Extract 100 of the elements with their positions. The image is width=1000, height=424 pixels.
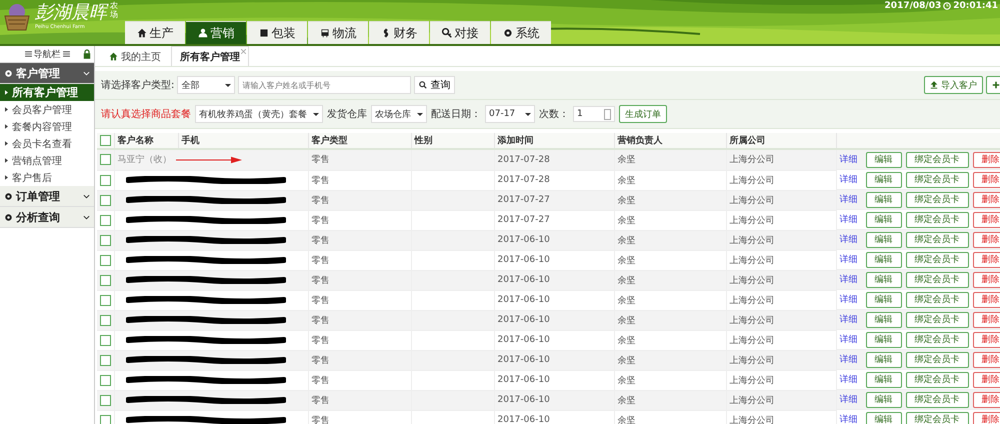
edit-button[interactable]: 编辑 [866,152,902,168]
nav-tab[interactable]: 财务 [369,21,429,44]
delete-button[interactable]: 删除 [972,252,1000,268]
page-tab[interactable]: 我的主页 [101,47,169,66]
bind-card-button[interactable]: 绑定会员卡 [906,172,968,188]
select-all-checkbox[interactable] [100,135,111,146]
customer-type-select[interactable]: 全部 [177,76,236,94]
detail-link[interactable]: 详细 [840,313,858,326]
row-checkbox[interactable] [100,374,111,386]
detail-link[interactable]: 详细 [840,253,858,266]
detail-link[interactable]: 详细 [840,233,858,246]
nav-tab[interactable]: 营销 [186,21,246,44]
edit-button[interactable]: 编辑 [866,192,902,208]
generate-order-button[interactable]: 生成订单 [619,105,667,123]
bind-card-button[interactable]: 绑定会员卡 [906,392,968,408]
row-checkbox[interactable] [100,334,111,346]
delete-button[interactable]: 删除 [972,332,1000,348]
delete-button[interactable]: 删除 [972,172,1000,188]
detail-link[interactable]: 详细 [840,273,858,286]
detail-link[interactable]: 详细 [840,193,858,206]
bind-card-button[interactable]: 绑定会员卡 [906,192,968,208]
detail-link[interactable]: 详细 [840,173,858,186]
add-button[interactable] [986,76,1000,94]
search-button[interactable]: 查询 [414,76,456,94]
detail-link[interactable]: 详细 [840,153,858,166]
delete-button[interactable]: 删除 [972,212,1000,228]
bind-card-button[interactable]: 绑定会员卡 [906,252,968,268]
edit-button[interactable]: 编辑 [866,212,902,228]
row-checkbox[interactable] [100,254,111,266]
detail-link[interactable]: 详细 [840,373,858,386]
delivery-date-select[interactable]: 07-17 [485,105,535,123]
import-button[interactable]: 导入客户 [924,76,983,94]
delete-button[interactable]: 删除 [972,232,1000,248]
bind-card-button[interactable]: 绑定会员卡 [906,312,968,328]
edit-button[interactable]: 编辑 [866,232,902,248]
sidebar-item[interactable]: 会员客户管理 [0,101,94,118]
row-checkbox[interactable] [100,294,111,306]
bind-card-button[interactable]: 绑定会员卡 [906,232,968,248]
detail-link[interactable]: 详细 [840,413,858,424]
bind-card-button[interactable]: 绑定会员卡 [906,152,968,168]
detail-link[interactable]: 详细 [840,333,858,346]
row-checkbox[interactable] [100,314,111,326]
warehouse-select[interactable]: 农场仓库 [371,105,427,123]
row-checkbox[interactable] [100,214,111,226]
edit-button[interactable]: 编辑 [866,412,902,424]
page-tab[interactable]: 所有客户管理 [171,46,249,66]
delete-button[interactable]: 删除 [972,292,1000,308]
edit-button[interactable]: 编辑 [866,332,902,348]
row-checkbox[interactable] [100,194,111,206]
row-checkbox[interactable] [100,394,111,406]
delete-button[interactable]: 删除 [972,372,1000,388]
delete-button[interactable]: 删除 [972,192,1000,208]
edit-button[interactable]: 编辑 [866,372,902,388]
search-field[interactable]: 请输入客户姓名或手机号 [238,76,412,94]
edit-button[interactable]: 编辑 [866,252,902,268]
sidebar-group[interactable]: 分析查询 [0,207,94,228]
delete-button[interactable]: 删除 [972,412,1000,424]
sidebar-item[interactable]: 会员卡名查看 [0,135,94,152]
edit-button[interactable]: 编辑 [866,292,902,308]
edit-button[interactable]: 编辑 [866,272,902,288]
bind-card-button[interactable]: 绑定会员卡 [906,332,968,348]
sidebar-item[interactable]: 套餐内容管理 [0,118,94,135]
row-checkbox[interactable] [100,174,111,186]
nav-tab[interactable]: 物流 [308,21,368,44]
edit-button[interactable]: 编辑 [866,392,902,408]
detail-link[interactable]: 详细 [840,393,858,406]
nav-tab[interactable]: 系统 [491,21,551,44]
sidebar-group[interactable]: 客户管理 [0,63,94,84]
delete-button[interactable]: 删除 [972,312,1000,328]
bind-card-button[interactable]: 绑定会员卡 [906,372,968,388]
detail-link[interactable]: 详细 [840,213,858,226]
edit-button[interactable]: 编辑 [866,312,902,328]
edit-button[interactable]: 编辑 [866,172,902,188]
sidebar-group[interactable]: 订单管理 [0,186,94,207]
detail-link[interactable]: 详细 [840,293,858,306]
package-select[interactable]: 有机牧养鸡蛋（黄壳）套餐 [195,105,323,123]
row-checkbox[interactable] [100,354,111,366]
nav-tab[interactable]: 生产 [125,21,185,44]
edit-button[interactable]: 编辑 [866,352,902,368]
bind-card-button[interactable]: 绑定会员卡 [906,292,968,308]
bind-card-button[interactable]: 绑定会员卡 [906,352,968,368]
bind-card-button[interactable]: 绑定会员卡 [906,212,968,228]
bind-card-button[interactable]: 绑定会员卡 [906,412,968,424]
delete-button[interactable]: 删除 [972,352,1000,368]
lock-icon[interactable] [83,49,91,59]
sidebar-item[interactable]: 营销点管理 [0,152,94,169]
delete-button[interactable]: 删除 [972,152,1000,168]
close-icon[interactable] [241,49,246,54]
sidebar-item[interactable]: 所有客户管理 [0,84,94,101]
sidebar-item[interactable]: 客户售后 [0,169,94,186]
detail-link[interactable]: 详细 [840,353,858,366]
nav-tab[interactable]: 包装 [247,21,307,44]
bind-card-button[interactable]: 绑定会员卡 [906,272,968,288]
nav-tab[interactable]: 对接 [430,21,490,44]
count-spinner[interactable]: 1 [573,106,615,122]
row-checkbox[interactable] [100,274,111,286]
row-checkbox[interactable] [100,234,111,246]
row-checkbox[interactable] [100,414,111,424]
delete-button[interactable]: 删除 [972,392,1000,408]
row-checkbox[interactable] [100,154,111,166]
